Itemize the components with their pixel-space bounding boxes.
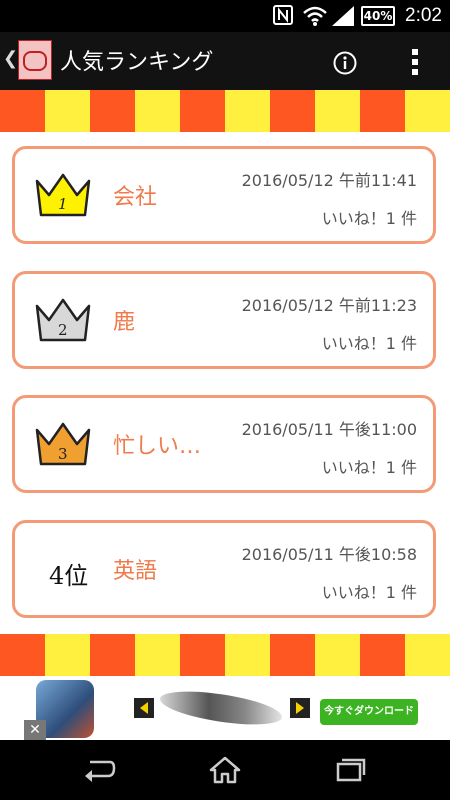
silver-crown-icon: 2 <box>35 298 91 342</box>
battery-icon: 40% <box>361 6 395 26</box>
ad-banner[interactable]: ✕ 今すぐダウンロード <box>0 676 450 740</box>
arrow-left-icon[interactable] <box>134 698 154 718</box>
like-count: いいね！1 件 <box>321 458 417 477</box>
decorative-stripes-top <box>0 90 450 132</box>
ranking-word: 英語 <box>113 559 158 584</box>
arrow-right-icon[interactable] <box>290 698 310 718</box>
decorative-stripes-bottom <box>0 634 450 676</box>
ranking-card-2[interactable]: 2 鹿 2016/05/12 午前11:23 いいね！1 件 <box>12 271 436 369</box>
app-bar: ❮ 人気ランキング <box>0 32 450 90</box>
logo-mark <box>23 51 47 71</box>
page-title: 人気ランキング <box>60 50 214 75</box>
ranking-word: 会社 <box>113 185 158 210</box>
navigation-bar <box>0 740 450 800</box>
ranking-date: 2016/05/11 午後10:58 <box>241 545 417 564</box>
nfc-icon <box>273 5 293 25</box>
home-icon[interactable] <box>208 756 242 784</box>
cell-signal-icon <box>332 6 354 26</box>
status-bar: 40% 2:02 <box>0 0 450 32</box>
ranking-card-4[interactable]: 4位 英語 2016/05/11 午後10:58 いいね！1 件 <box>12 520 436 618</box>
ranking-date: 2016/05/12 午前11:41 <box>241 171 417 190</box>
info-icon[interactable] <box>333 51 357 75</box>
gold-crown-icon: 1 <box>35 173 91 217</box>
wifi-icon <box>303 6 327 26</box>
ranking-list: 1 会社 2016/05/12 午前11:41 いいね！1 件 2 鹿 2016… <box>0 132 450 634</box>
ranking-word: 鹿 <box>113 310 136 335</box>
clock: 2:02 <box>405 5 442 26</box>
ranking-word: 忙しい… <box>113 434 202 459</box>
download-button[interactable]: 今すぐダウンロード <box>320 699 418 725</box>
app-logo[interactable] <box>18 40 52 80</box>
like-count: いいね！1 件 <box>321 583 417 602</box>
chevron-left-icon[interactable]: ❮ <box>3 48 18 69</box>
bronze-crown-icon: 3 <box>35 422 91 466</box>
ranking-date: 2016/05/11 午後11:00 <box>241 420 417 439</box>
ranking-card-3[interactable]: 3 忙しい… 2016/05/11 午後11:00 いいね！1 件 <box>12 395 436 493</box>
ad-ship-image <box>160 687 282 729</box>
crown-rank-number: 3 <box>58 445 68 463</box>
ranking-date: 2016/05/12 午前11:23 <box>241 296 417 315</box>
back-icon[interactable] <box>82 756 116 784</box>
like-count: いいね！1 件 <box>321 334 417 353</box>
close-icon[interactable]: ✕ <box>24 720 46 740</box>
battery-level: 40% <box>363 9 393 23</box>
rank-label: 4位 <box>49 562 89 590</box>
like-count: いいね！1 件 <box>321 209 417 228</box>
crown-rank-number: 1 <box>58 195 68 213</box>
more-vert-icon[interactable] <box>410 47 420 77</box>
crown-rank-number: 2 <box>58 321 68 339</box>
ranking-card-1[interactable]: 1 会社 2016/05/12 午前11:41 いいね！1 件 <box>12 146 436 244</box>
recents-icon[interactable] <box>334 756 368 784</box>
